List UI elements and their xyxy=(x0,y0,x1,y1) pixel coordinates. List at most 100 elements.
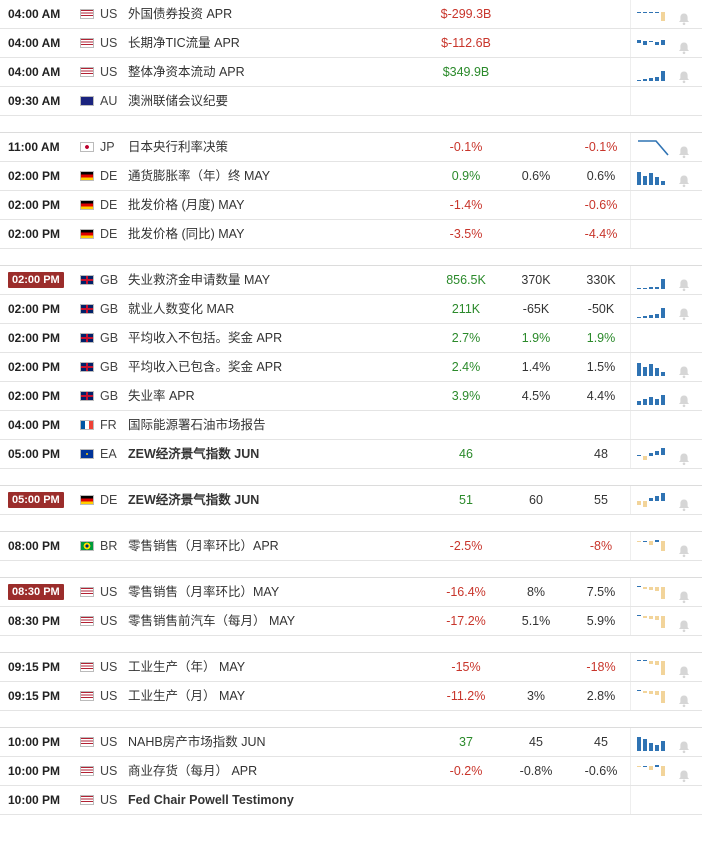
bell-icon[interactable] xyxy=(677,361,691,379)
column-divider xyxy=(630,578,631,606)
history-sparkline[interactable] xyxy=(636,3,672,25)
event-name[interactable]: 零售销售（月率环比）APR xyxy=(128,532,428,560)
event-name[interactable]: 日本央行利率决策 xyxy=(128,133,428,161)
history-sparkline[interactable] xyxy=(636,656,672,678)
bell-icon[interactable] xyxy=(677,661,691,679)
bell-icon[interactable] xyxy=(677,8,691,26)
event-name[interactable]: 澳洲联储会议纪要 xyxy=(128,87,428,115)
event-row[interactable]: 05:00 PM DE ZEW经济景气指数 JUN 51 60 55 xyxy=(0,486,702,515)
event-row[interactable]: 10:00 PM US Fed Chair Powell Testimony xyxy=(0,786,702,815)
event-name[interactable]: 国际能源署石油市场报告 xyxy=(128,411,428,439)
history-sparkline[interactable] xyxy=(636,269,672,291)
event-row[interactable]: 02:00 PM DE 通货膨胀率（年）终 MAY 0.9% 0.6% 0.6% xyxy=(0,162,702,191)
column-divider xyxy=(630,757,631,785)
history-sparkline[interactable] xyxy=(636,489,672,511)
bell-icon[interactable] xyxy=(677,765,691,783)
event-row[interactable]: 02:00 PM GB 平均收入不包括。奖金 APR 2.7% 1.9% 1.9… xyxy=(0,324,702,353)
event-time: 10:00 PM xyxy=(8,735,61,749)
history-sparkline[interactable] xyxy=(636,443,672,465)
column-divider xyxy=(630,220,631,248)
event-name[interactable]: 平均收入不包括。奖金 APR xyxy=(128,324,428,352)
event-row[interactable]: 04:00 AM US 长期净TIC流量 APR $-112.6B xyxy=(0,29,702,58)
bell-icon[interactable] xyxy=(677,448,691,466)
event-name[interactable]: ZEW经济景气指数 JUN xyxy=(128,440,428,468)
actual-value: -15% xyxy=(451,660,481,674)
history-sparkline[interactable] xyxy=(636,165,672,187)
history-sparkline[interactable] xyxy=(636,32,672,54)
event-row[interactable]: 09:15 PM US 工业生产（月） MAY -11.2% 3% 2.8% xyxy=(0,682,702,711)
event-name[interactable]: 工业生产（月） MAY xyxy=(128,682,428,710)
history-sparkline[interactable] xyxy=(636,298,672,320)
event-row[interactable]: 04:00 AM US 外国债券投资 APR $-299.3B xyxy=(0,0,702,29)
bell-icon[interactable] xyxy=(677,586,691,604)
bell-icon[interactable] xyxy=(677,141,691,159)
event-name[interactable]: ZEW经济景气指数 JUN xyxy=(128,486,428,514)
event-time: 04:00 AM xyxy=(8,36,61,50)
bell-icon[interactable] xyxy=(677,274,691,292)
forecast-value: 1.9% xyxy=(521,331,551,345)
forecast-value xyxy=(505,411,567,439)
event-row[interactable]: 05:00 PM EA ZEW经济景气指数 JUN 46 48 xyxy=(0,440,702,469)
history-sparkline[interactable] xyxy=(636,610,672,632)
event-name[interactable]: 整体净资本流动 APR xyxy=(128,58,428,86)
bell-icon[interactable] xyxy=(677,66,691,84)
event-name[interactable]: 就业人数变化 MAR xyxy=(128,295,428,323)
event-row[interactable]: 09:15 PM US 工业生产（年） MAY -15% -18% xyxy=(0,653,702,682)
event-row[interactable]: 10:00 PM US NAHB房产市场指数 JUN 37 45 45 xyxy=(0,728,702,757)
event-row[interactable]: 02:00 PM GB 失业率 APR 3.9% 4.5% 4.4% xyxy=(0,382,702,411)
event-name[interactable]: 失业率 APR xyxy=(128,382,428,410)
history-sparkline[interactable] xyxy=(636,535,672,557)
history-sparkline[interactable] xyxy=(636,136,672,158)
event-name[interactable]: 批发价格 (同比) MAY xyxy=(128,220,428,248)
event-name[interactable]: 外国债券投资 APR xyxy=(128,0,428,28)
history-sparkline[interactable] xyxy=(636,760,672,782)
bell-icon[interactable] xyxy=(677,540,691,558)
event-name[interactable]: NAHB房产市场指数 JUN xyxy=(128,728,428,756)
bell-icon[interactable] xyxy=(677,170,691,188)
event-name[interactable]: 通货膨胀率（年）终 MAY xyxy=(128,162,428,190)
history-sparkline[interactable] xyxy=(636,385,672,407)
history-sparkline[interactable] xyxy=(636,581,672,603)
bell-icon[interactable] xyxy=(677,615,691,633)
event-row[interactable]: 02:00 PM GB 平均收入已包含。奖金 APR 2.4% 1.4% 1.5… xyxy=(0,353,702,382)
event-row[interactable]: 10:00 PM US 商业存货（每月） APR -0.2% -0.8% -0.… xyxy=(0,757,702,786)
event-name[interactable]: 零售销售前汽车（每月） MAY xyxy=(128,607,428,635)
event-row[interactable]: 02:00 PM DE 批发价格 (同比) MAY -3.5% -4.4% xyxy=(0,220,702,249)
event-time: 08:30 PM xyxy=(8,584,64,600)
event-row[interactable]: 08:00 PM BR 零售销售（月率环比）APR -2.5% -8% xyxy=(0,532,702,561)
event-name[interactable]: 长期净TIC流量 APR xyxy=(128,29,428,57)
forecast-value: 8% xyxy=(526,585,546,599)
bell-icon[interactable] xyxy=(677,390,691,408)
event-row[interactable]: 04:00 PM FR 国际能源署石油市场报告 xyxy=(0,411,702,440)
event-name[interactable]: 批发价格 (月度) MAY xyxy=(128,191,428,219)
event-row[interactable]: 08:30 PM US 零售销售（月率环比）MAY -16.4% 8% 7.5% xyxy=(0,578,702,607)
event-name[interactable]: 失业救济金申请数量 MAY xyxy=(128,266,428,294)
event-row[interactable]: 11:00 AM JP 日本央行利率决策 -0.1% -0.1% xyxy=(0,133,702,162)
country-flag-icon xyxy=(80,200,94,210)
actual-value: 856.5K xyxy=(446,273,486,287)
event-row[interactable]: 02:00 PM GB 失业救济金申请数量 MAY 856.5K 370K 33… xyxy=(0,266,702,295)
event-row[interactable]: 08:30 PM US 零售销售前汽车（每月） MAY -17.2% 5.1% … xyxy=(0,607,702,636)
event-row[interactable]: 09:30 AM AU 澳洲联储会议纪要 xyxy=(0,87,702,116)
event-name[interactable]: 商业存货（每月） APR xyxy=(128,757,428,785)
event-name[interactable]: Fed Chair Powell Testimony xyxy=(128,786,428,814)
history-sparkline[interactable] xyxy=(636,356,672,378)
event-row[interactable]: 02:00 PM DE 批发价格 (月度) MAY -1.4% -0.6% xyxy=(0,191,702,220)
country-flag-icon xyxy=(80,171,94,181)
event-row[interactable]: 04:00 AM US 整体净资本流动 APR $349.9B xyxy=(0,58,702,87)
bell-icon[interactable] xyxy=(677,37,691,55)
history-sparkline[interactable] xyxy=(636,61,672,83)
event-time: 02:00 PM xyxy=(8,389,61,403)
history-sparkline[interactable] xyxy=(636,731,672,753)
history-sparkline[interactable] xyxy=(636,685,672,707)
bell-icon[interactable] xyxy=(677,303,691,321)
event-name[interactable]: 工业生产（年） MAY xyxy=(128,653,428,681)
bell-icon[interactable] xyxy=(677,736,691,754)
event-time: 04:00 AM xyxy=(8,7,61,21)
event-row[interactable]: 02:00 PM GB 就业人数变化 MAR 211K -65K -50K xyxy=(0,295,702,324)
forecast-value: 3% xyxy=(526,689,546,703)
event-name[interactable]: 平均收入已包含。奖金 APR xyxy=(128,353,428,381)
bell-icon[interactable] xyxy=(677,494,691,512)
bell-icon[interactable] xyxy=(677,690,691,708)
event-name[interactable]: 零售销售（月率环比）MAY xyxy=(128,578,428,606)
